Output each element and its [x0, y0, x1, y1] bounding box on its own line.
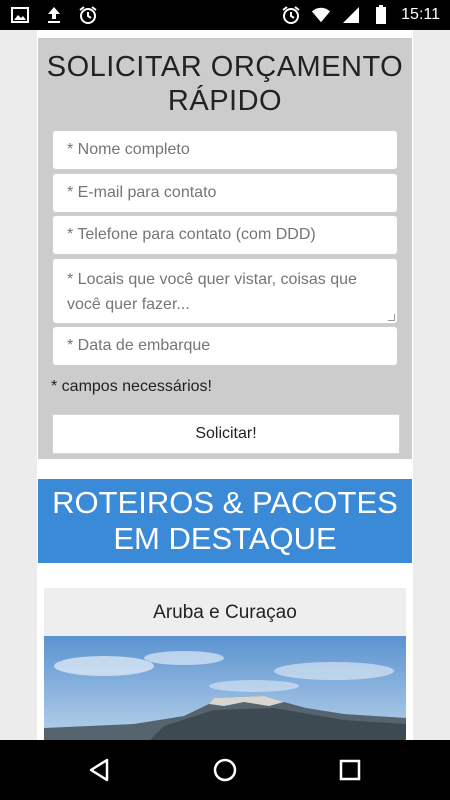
clock: 15:11: [401, 6, 440, 23]
back-button[interactable]: [85, 755, 115, 785]
signal-icon: [341, 5, 361, 25]
date-input[interactable]: [67, 337, 383, 355]
package-card[interactable]: Aruba e Curaçao: [44, 588, 406, 740]
home-button[interactable]: [210, 755, 240, 785]
navigation-bar: [0, 740, 450, 800]
battery-icon: [371, 5, 391, 25]
quote-form: SOLICITAR ORÇAMENTO RÁPIDO * campos nece…: [38, 38, 412, 459]
wifi-icon: [311, 5, 331, 25]
places-field[interactable]: [52, 258, 398, 324]
quote-form-title: SOLICITAR ORÇAMENTO RÁPIDO: [46, 51, 404, 117]
places-textarea[interactable]: [67, 267, 383, 317]
phone-input[interactable]: [67, 226, 383, 244]
alarm-icon: [78, 5, 98, 25]
recents-icon: [339, 759, 361, 781]
back-icon: [89, 758, 109, 782]
featured-banner: ROTEIROS & PACOTES EM DESTAQUE: [38, 479, 412, 563]
required-note: * campos necessários!: [51, 378, 212, 395]
email-input[interactable]: [67, 184, 383, 202]
home-icon: [213, 758, 237, 782]
recents-button[interactable]: [335, 755, 365, 785]
upload-icon: [44, 5, 64, 25]
package-card-image[interactable]: [44, 636, 406, 740]
name-field[interactable]: [52, 130, 398, 170]
featured-title: ROTEIROS & PACOTES EM DESTAQUE: [52, 485, 398, 556]
resize-handle[interactable]: [388, 314, 395, 321]
email-field[interactable]: [52, 173, 398, 213]
page-content: SOLICITAR ORÇAMENTO RÁPIDO * campos nece…: [37, 30, 413, 740]
date-field[interactable]: [52, 326, 398, 366]
alarm-icon: [281, 5, 301, 25]
package-card-title[interactable]: Aruba e Curaçao: [44, 602, 406, 624]
image-icon: [10, 5, 30, 25]
submit-button[interactable]: Solicitar!: [52, 414, 400, 454]
status-bar: 15:11: [0, 0, 450, 30]
phone-field[interactable]: [52, 215, 398, 255]
name-input[interactable]: [67, 141, 383, 159]
